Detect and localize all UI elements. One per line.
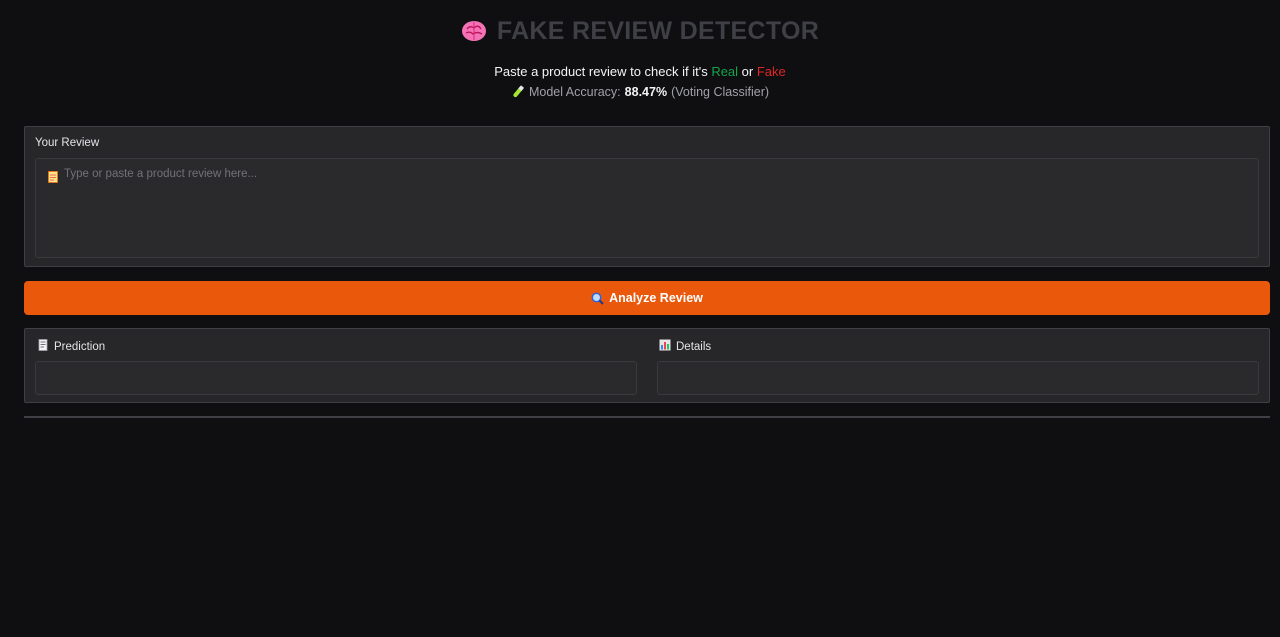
- review-label: Your Review: [35, 137, 100, 149]
- test-tube-icon: [511, 85, 525, 99]
- details-column: Details: [657, 329, 1259, 402]
- or-word: or: [738, 64, 757, 79]
- divider: [24, 416, 1270, 418]
- subtitle: Paste a product review to check if it's …: [0, 64, 1280, 80]
- prediction-column: Prediction: [35, 329, 637, 402]
- prediction-output: [35, 361, 637, 395]
- review-textarea[interactable]: [36, 159, 1258, 257]
- fake-word: Fake: [756, 64, 786, 79]
- analyze-review-button[interactable]: Analyze Review: [24, 281, 1270, 315]
- accuracy-label: Model Accuracy:: [528, 85, 621, 99]
- header: FAKE REVIEW DETECTOR Paste a product rev…: [0, 0, 1280, 99]
- brain-icon: [461, 18, 487, 44]
- output-panel: Prediction Details: [24, 328, 1270, 403]
- analyze-button-label: Analyze Review: [609, 291, 703, 305]
- review-textarea-container: [35, 158, 1259, 258]
- real-word: Real: [711, 64, 739, 79]
- app-page: FAKE REVIEW DETECTOR Paste a product rev…: [0, 0, 1280, 637]
- subtitle-prefix: Paste a product review to check if it's: [494, 64, 712, 79]
- details-output: [657, 361, 1259, 395]
- accuracy-row: Model Accuracy: 88.47% (Voting Classifie…: [0, 85, 1280, 99]
- prediction-label-text: Prediction: [54, 340, 106, 353]
- magnifying-glass-icon: [591, 292, 604, 305]
- receipt-icon: [37, 339, 49, 354]
- accuracy-value: 88.47%: [624, 85, 668, 99]
- review-panel: Your Review: [24, 126, 1270, 267]
- details-label-text: Details: [676, 340, 712, 353]
- title-row: FAKE REVIEW DETECTOR: [0, 16, 1280, 46]
- prediction-label: Prediction: [37, 339, 105, 354]
- accuracy-note: (Voting Classifier): [671, 85, 770, 99]
- page-title: FAKE REVIEW DETECTOR: [496, 16, 820, 45]
- bar-chart-icon: [659, 339, 671, 354]
- details-label: Details: [659, 339, 711, 354]
